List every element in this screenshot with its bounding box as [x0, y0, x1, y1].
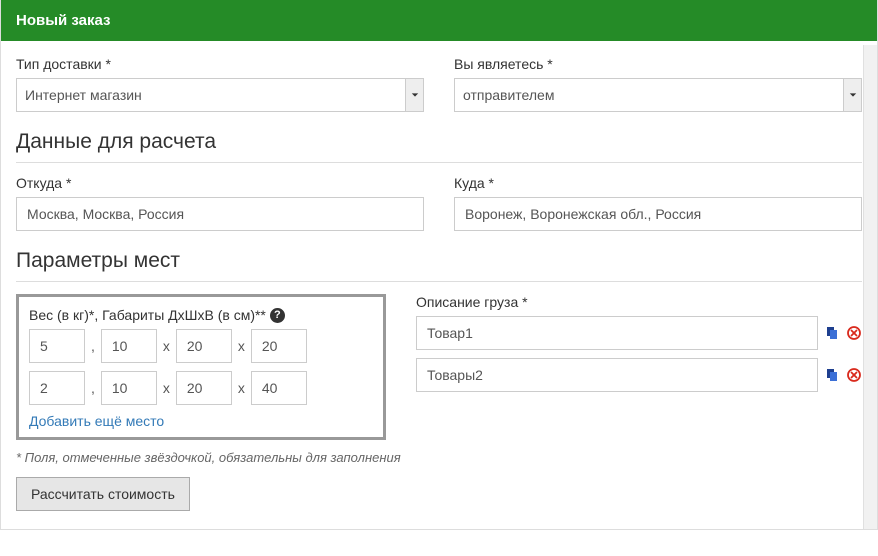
params-section-title: Параметры мест: [16, 249, 862, 282]
height-input[interactable]: [251, 329, 307, 363]
separator-comma: ,: [91, 380, 95, 396]
weight-input[interactable]: [29, 329, 85, 363]
length-input[interactable]: [101, 371, 157, 405]
copy-icon[interactable]: [824, 325, 840, 341]
required-note: * Поля, отмеченные звёздочкой, обязатель…: [16, 450, 862, 465]
calc-section-title: Данные для расчета: [16, 130, 862, 163]
calculate-button[interactable]: Рассчитать стоимость: [16, 477, 190, 511]
scrollbar[interactable]: [863, 45, 877, 529]
cargo-label: Описание груза *: [416, 294, 862, 310]
separator-x: x: [163, 338, 170, 354]
delete-icon[interactable]: [846, 325, 862, 341]
page-title: Новый заказ: [16, 12, 111, 29]
help-icon[interactable]: ?: [270, 308, 285, 323]
place-row: , x x: [29, 329, 373, 363]
cargo-input[interactable]: [416, 316, 818, 350]
page-header: Новый заказ: [1, 0, 877, 41]
role-select[interactable]: отправителем: [454, 78, 862, 112]
separator-x: x: [238, 338, 245, 354]
page: Новый заказ Тип доставки * Интернет мага…: [0, 0, 878, 530]
height-input[interactable]: [251, 371, 307, 405]
cargo-row: [416, 316, 862, 350]
delivery-type-select[interactable]: Интернет магазин: [16, 78, 424, 112]
role-label: Вы являетесь *: [454, 56, 862, 72]
from-input[interactable]: [16, 197, 424, 231]
weight-input[interactable]: [29, 371, 85, 405]
separator-x: x: [163, 380, 170, 396]
to-label: Куда *: [454, 175, 862, 191]
separator-comma: ,: [91, 338, 95, 354]
width-input[interactable]: [176, 329, 232, 363]
dims-label: Вес (в кг)*, Габариты ДхШхВ (в см)** ?: [29, 307, 373, 323]
copy-icon[interactable]: [824, 367, 840, 383]
width-input[interactable]: [176, 371, 232, 405]
delete-icon[interactable]: [846, 367, 862, 383]
add-place-link[interactable]: Добавить ещё место: [29, 413, 164, 429]
separator-x: x: [238, 380, 245, 396]
delivery-type-label: Тип доставки *: [16, 56, 424, 72]
cargo-input[interactable]: [416, 358, 818, 392]
cargo-row: [416, 358, 862, 392]
from-label: Откуда *: [16, 175, 424, 191]
content: Тип доставки * Интернет магазин Вы являе…: [1, 41, 877, 529]
places-box: Вес (в кг)*, Габариты ДхШхВ (в см)** ? ,…: [16, 294, 386, 440]
place-row: , x x: [29, 371, 373, 405]
to-input[interactable]: [454, 197, 862, 231]
length-input[interactable]: [101, 329, 157, 363]
